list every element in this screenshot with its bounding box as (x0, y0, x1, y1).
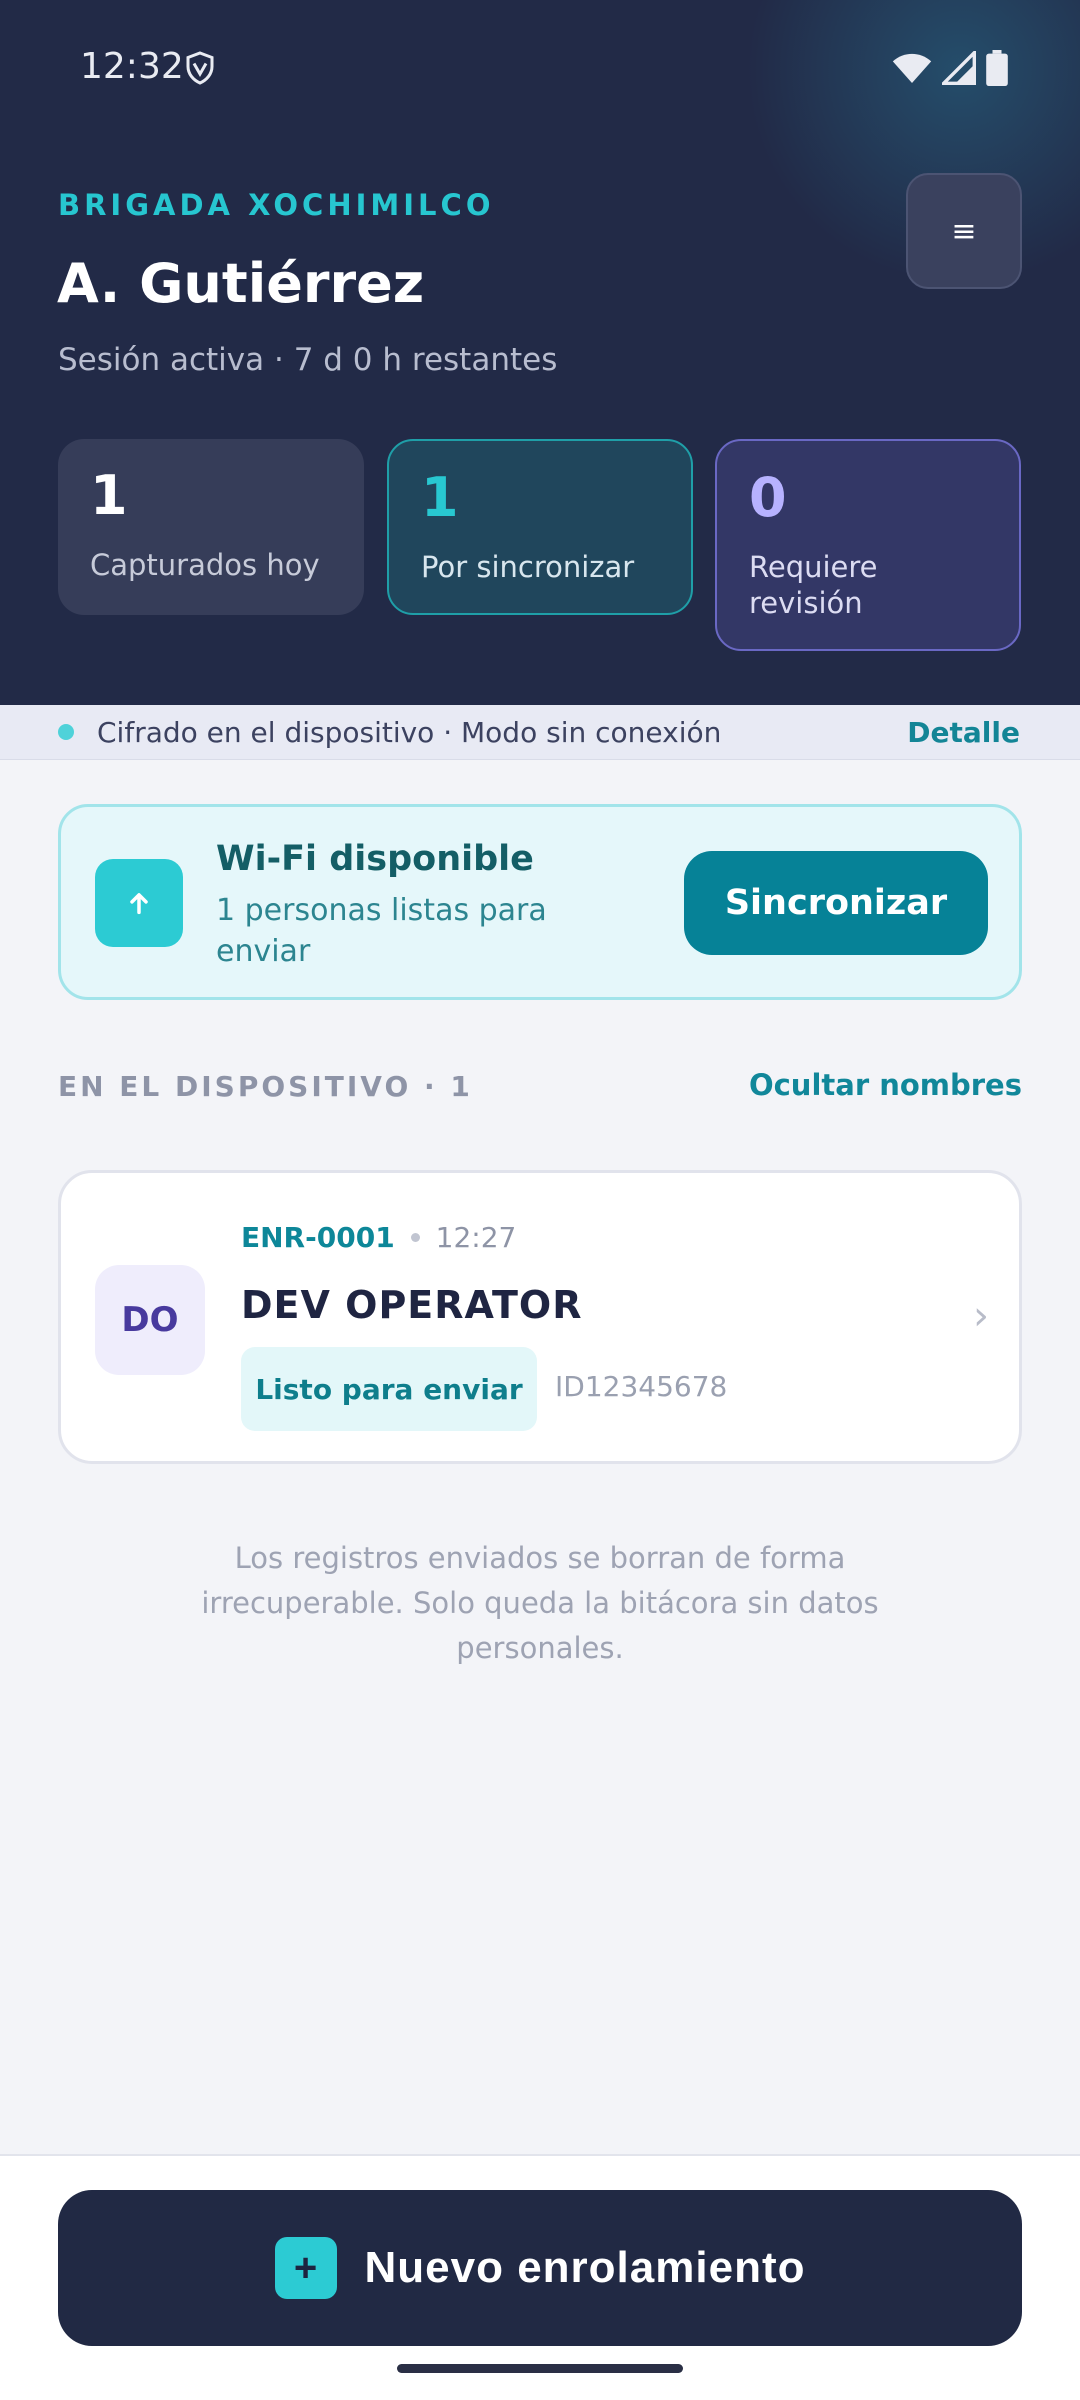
menu-icon: ≡ (951, 213, 977, 249)
sync-card: Wi-Fi disponible 1 personas listas para … (58, 804, 1022, 1000)
vpn-shield-icon (186, 51, 214, 85)
home-indicator[interactable] (397, 2364, 683, 2373)
cell-signal-icon (942, 51, 976, 85)
new-enrollment-button[interactable]: + Nuevo enrolamiento (58, 2190, 1022, 2346)
status-badge: Listo para enviar (241, 1347, 537, 1431)
stat-value: 1 (90, 464, 128, 527)
sync-title: Wi-Fi disponible (216, 839, 534, 879)
stat-label: Requiere revisión (749, 550, 878, 620)
avatar: DO (95, 1265, 205, 1375)
record-document: ID12345678 (555, 1370, 728, 1403)
sync-subtitle: 1 personas listas para enviar (216, 893, 547, 969)
privacy-note: Los registros enviados se borran de form… (201, 1541, 879, 1665)
status-bar: 12:32 (0, 0, 1080, 135)
chevron-right-icon: › (973, 1293, 989, 1339)
wifi-icon (892, 53, 932, 83)
stat-value: 1 (421, 466, 459, 529)
record-time: 12:27 (435, 1221, 517, 1254)
user-name: A. Gutiérrez (57, 252, 425, 315)
section-title: EN EL DISPOSITIVO · 1 (58, 1070, 473, 1103)
encryption-status: Cifrado en el dispositivo · Modo sin con… (97, 716, 722, 749)
status-icons (892, 50, 1008, 86)
session-status: Sesión activa · 7 d 0 h restantes (58, 342, 558, 378)
stat-needs-review: 0 Requiere revisión (715, 439, 1021, 651)
record-id: ENR-0001 (241, 1221, 395, 1254)
stat-label: Capturados hoy (90, 548, 320, 582)
plus-icon: + (274, 2237, 337, 2299)
record-meta: ENR-0001 12:27 (241, 1221, 516, 1254)
stat-pending-sync: 1 Por sincronizar (387, 439, 693, 615)
stat-value: 0 (749, 466, 787, 529)
detail-link[interactable]: Detalle (907, 716, 1020, 749)
record-name: DEV OPERATOR (241, 1283, 583, 1327)
encryption-strip: Cifrado en el dispositivo · Modo sin con… (0, 705, 1080, 760)
status-time: 12:32 (80, 46, 184, 87)
header: 12:32 BRIGADA XOCHIMILCO A. Gutiérrez Se… (0, 0, 1080, 705)
separator-dot (410, 1233, 420, 1242)
stat-captured-today: 1 Capturados hoy (58, 439, 364, 615)
menu-button[interactable]: ≡ (906, 173, 1022, 289)
stat-label: Por sincronizar (421, 550, 635, 584)
upload-arrow-icon (95, 859, 183, 947)
hide-names-button[interactable]: Ocultar nombres (749, 1068, 1022, 1102)
record-card[interactable]: DO ENR-0001 12:27 DEV OPERATOR Listo par… (58, 1170, 1022, 1464)
brigade-name: BRIGADA XOCHIMILCO (58, 188, 495, 222)
sync-button[interactable]: Sincronizar (684, 851, 988, 955)
new-enrollment-label: Nuevo enrolamiento (364, 2243, 806, 2292)
battery-icon (986, 50, 1008, 86)
status-dot-icon (58, 724, 74, 740)
